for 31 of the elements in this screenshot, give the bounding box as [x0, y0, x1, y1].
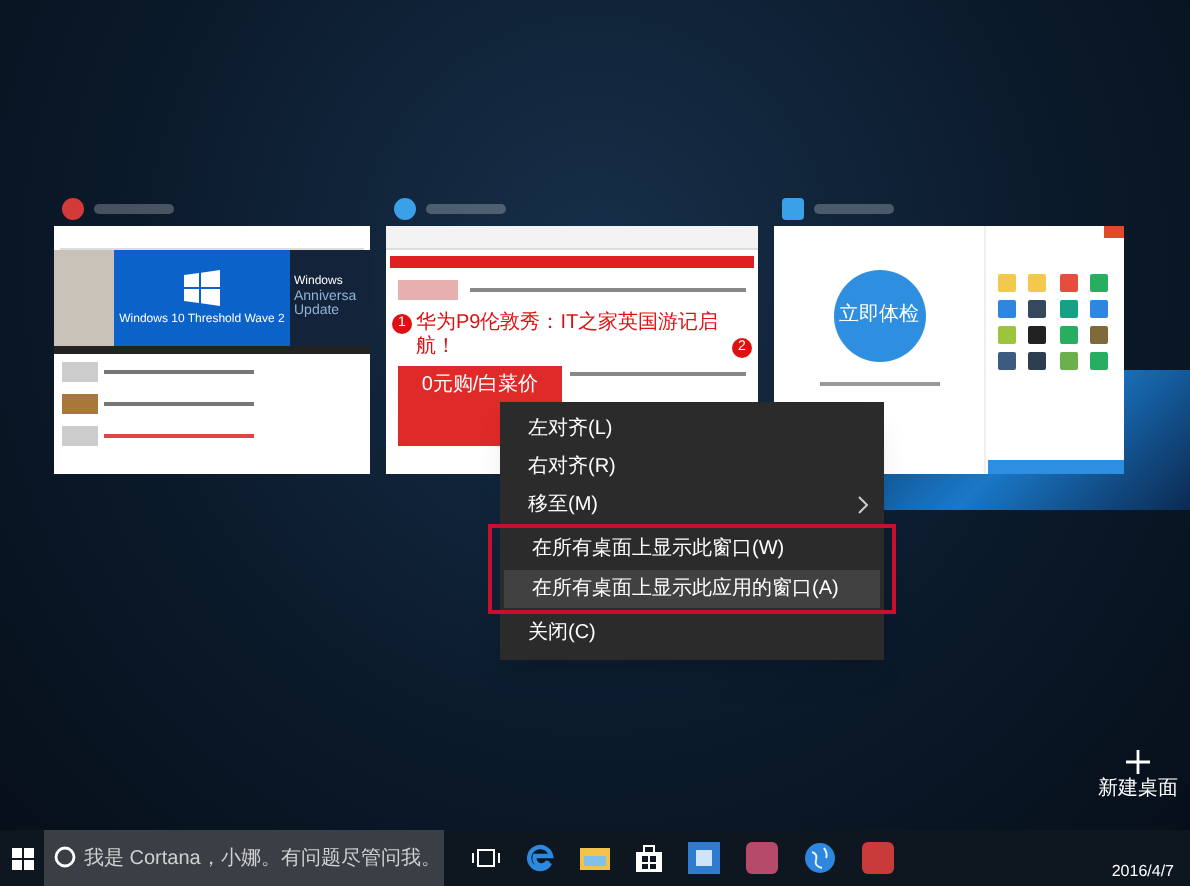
blurred-title — [94, 203, 174, 213]
globe-icon[interactable] — [804, 842, 836, 874]
cortana-circle-icon — [54, 846, 76, 868]
menu-item[interactable]: 在所有桌面上显示此窗口(W) — [504, 530, 880, 568]
text-line-drawing — [819, 382, 939, 386]
browser-icon[interactable] — [526, 844, 554, 872]
headline: 华为P9伦敦秀：IT之家英国游记启航！ — [416, 312, 721, 360]
task-view-icon[interactable] — [472, 848, 500, 868]
menu-item[interactable]: 移至(M) — [500, 486, 884, 524]
app-icon[interactable] — [862, 842, 894, 874]
chevron-right-icon — [858, 496, 868, 514]
photo-placeholder — [54, 250, 114, 346]
date-text: 2016/4/7 — [1111, 860, 1174, 884]
plus-icon[interactable] — [1126, 750, 1150, 774]
menu-item[interactable]: 在所有桌面上显示此应用的窗口(A) — [504, 570, 880, 608]
folder-icon[interactable] — [580, 846, 610, 870]
promo-text: 0元购/白菜价 — [421, 376, 539, 396]
start-icon[interactable] — [11, 847, 33, 869]
blurred-title — [426, 203, 506, 213]
app-icon — [394, 197, 416, 219]
app-icon[interactable] — [746, 842, 778, 874]
tile-icon[interactable] — [688, 842, 720, 874]
search-field[interactable]: 我是 Cortana，小娜。有问题尽管问我。 — [44, 830, 444, 886]
windows-logo-icon — [184, 270, 220, 306]
bottom-bar — [988, 460, 1124, 474]
menu-item[interactable]: 关闭(C) — [500, 614, 884, 652]
shopping-bag-icon[interactable] — [636, 844, 662, 872]
app-icon — [782, 197, 804, 219]
app-icon — [62, 197, 84, 219]
blurred-title — [814, 203, 894, 213]
new-desktop-label[interactable]: 新建桌面 — [1098, 778, 1178, 802]
